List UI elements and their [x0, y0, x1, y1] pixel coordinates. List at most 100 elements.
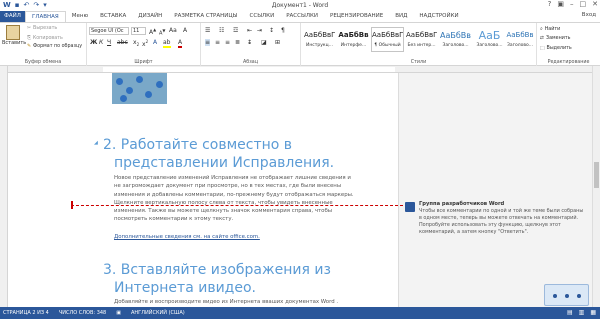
font-group-label: Шрифт — [134, 60, 153, 65]
tab-home[interactable]: ГЛАВНАЯ — [25, 11, 66, 22]
tab-insert[interactable]: ВСТАВКА — [94, 11, 132, 22]
proofing-icon[interactable]: ▣ — [116, 310, 121, 316]
paste-button[interactable]: Вставить — [2, 25, 27, 46]
align-center-icon[interactable]: ≡ — [215, 39, 220, 46]
tab-layout[interactable]: РАЗМЕТКА СТРАНИЦЫ — [168, 11, 243, 22]
text-effects-icon[interactable]: A — [153, 39, 157, 46]
cut-button[interactable]: ✂ Вырезать — [27, 26, 57, 31]
tab-view[interactable]: ВИД — [389, 11, 413, 22]
editing-group-label: Редактирование — [547, 60, 590, 65]
style-item[interactable]: АаБ Заголово... — [473, 27, 506, 52]
tab-menu[interactable]: Меню — [66, 11, 94, 22]
bullets-icon[interactable]: ☰ — [205, 27, 210, 34]
tab-review[interactable]: РЕЦЕНЗИРОВАНИЕ — [324, 11, 389, 22]
align-right-icon[interactable]: ≡ — [225, 39, 230, 46]
style-sample: АаБбВвГ — [304, 31, 336, 39]
line-spacing-icon[interactable]: ↨ — [247, 39, 252, 46]
numbering-icon[interactable]: ☷ — [219, 27, 224, 34]
show-marks-icon[interactable]: ¶ — [281, 27, 285, 34]
collapse-heading-icon[interactable]: ◢ — [94, 140, 98, 146]
paragraph-group-label: Абзац — [243, 60, 258, 65]
flower-image[interactable] — [112, 73, 167, 104]
status-bar: СТРАНИЦА 2 ИЗ 4 ЧИСЛО СЛОВ: 348 ▣ АНГЛИЙ… — [0, 307, 600, 319]
help-icon[interactable]: ? — [548, 0, 552, 8]
touch-zoom-widget[interactable] — [544, 284, 589, 306]
tab-design[interactable]: ДИЗАЙН — [132, 11, 168, 22]
scrollbar-thumb[interactable] — [594, 162, 599, 188]
clipboard-group: Вставить ✂ Вырезать ⎘ Копировать ✎ Форма… — [0, 23, 87, 66]
tab-addins[interactable]: НАДСТРОЙКИ — [413, 11, 464, 22]
vertical-ruler[interactable] — [0, 66, 8, 307]
copy-button[interactable]: ⎘ Копировать — [27, 35, 63, 42]
sign-in-link[interactable]: Вход — [582, 12, 596, 18]
format-painter-button[interactable]: ✎ Формат по образцу — [27, 44, 82, 49]
read-mode-icon[interactable]: ▤ — [567, 309, 573, 316]
style-item[interactable]: АаБбВвГ Инструкц... — [303, 27, 336, 52]
style-name: ¶ Обычный — [374, 43, 401, 48]
replace-button[interactable]: ⇄ Заменить — [540, 36, 571, 41]
increase-indent-icon[interactable]: ⇥ — [257, 27, 262, 34]
change-case-icon[interactable]: Aa — [169, 27, 177, 34]
multilevel-list-icon[interactable]: ☲ — [233, 27, 238, 34]
minimize-icon[interactable]: – — [570, 0, 574, 8]
align-left-icon[interactable]: ≡ — [205, 39, 211, 46]
font-size-combo[interactable]: 11 — [131, 27, 146, 35]
style-item[interactable]: АаБбВвГ ¶ Обычный — [371, 27, 404, 52]
grow-font-icon[interactable]: A▲ — [149, 27, 156, 36]
print-layout-icon[interactable]: ▥ — [579, 309, 585, 316]
heading-3-line1: 3. Вставляйте изображения из — [103, 262, 331, 278]
style-name: Интерфе... — [340, 43, 367, 48]
decrease-indent-icon[interactable]: ⇤ — [247, 27, 252, 34]
heading-3-line2: Интернета ивидео. — [114, 280, 256, 296]
borders-icon[interactable]: ⊞ — [275, 39, 280, 46]
ribbon-display-icon[interactable]: ▣ — [557, 0, 564, 8]
styles-group-label: Стили — [410, 60, 427, 65]
office-link[interactable]: Дополнительные сведения см. на сайте off… — [114, 234, 260, 240]
comment-balloon[interactable]: Группа разработчиков Word Чтобы все комм… — [405, 201, 590, 251]
find-button[interactable]: ⌕ Найти — [540, 26, 560, 33]
font-name-combo[interactable]: Segoe UI (Ос — [89, 27, 129, 35]
close-icon[interactable]: ✕ — [592, 0, 598, 8]
style-sample: АаБбВвГ — [406, 31, 438, 39]
style-sample: АаБбВв — [338, 31, 369, 39]
style-name: Заголово... — [476, 43, 503, 48]
avatar — [405, 202, 415, 212]
web-layout-icon[interactable]: ▦ — [590, 309, 596, 316]
sort-icon[interactable]: ↕ — [269, 27, 274, 34]
style-name: Заголово... — [506, 43, 534, 48]
shading-icon[interactable]: ◪ — [261, 39, 267, 46]
maximize-icon[interactable]: □ — [580, 0, 587, 8]
style-item[interactable]: АаБбВв Заголово... — [439, 27, 472, 52]
tab-file[interactable]: ФАЙЛ — [0, 11, 25, 22]
underline-button[interactable]: Ч — [107, 39, 111, 46]
ruler-text-area — [103, 67, 395, 72]
italic-button[interactable]: К — [99, 39, 103, 46]
style-item[interactable]: АаБбВв Заголово... — [505, 27, 535, 52]
clipboard-group-label: Буфер обмена — [24, 60, 62, 65]
select-button[interactable]: ⬚ Выделить — [540, 46, 572, 51]
style-item[interactable]: АаБбВв Интерфе... — [337, 27, 370, 52]
bold-button[interactable]: Ж — [90, 39, 97, 46]
strikethrough-button[interactable]: abc — [117, 39, 128, 46]
highlight-icon[interactable]: ab — [163, 39, 171, 48]
justify-icon[interactable]: ≣ — [235, 39, 240, 46]
style-name: Без интер... — [407, 43, 436, 48]
tab-references[interactable]: ССЫЛКИ — [244, 11, 281, 22]
page-count[interactable]: СТРАНИЦА 2 ИЗ 4 — [3, 310, 49, 316]
search-icon: ⌕ — [540, 27, 543, 32]
style-item[interactable]: АаБбВвГ Без интер... — [405, 27, 438, 52]
editing-group: ⌕ Найти ⇄ Заменить ⬚ Выделить Редактиров… — [537, 23, 600, 66]
flower-shape — [145, 91, 152, 98]
clear-format-icon[interactable]: A — [183, 27, 187, 34]
paste-label: Вставить — [2, 40, 27, 46]
shrink-font-icon[interactable]: A▼ — [159, 28, 166, 37]
font-color-icon[interactable]: A — [178, 39, 183, 48]
word-count[interactable]: ЧИСЛО СЛОВ: 348 — [59, 310, 106, 316]
tab-mailings[interactable]: РАССЫЛКИ — [280, 11, 324, 22]
vertical-scrollbar[interactable] — [592, 66, 600, 307]
language[interactable]: АНГЛИЙСКИЙ (США) — [131, 310, 185, 316]
subscript-button[interactable]: x2 — [133, 39, 139, 47]
superscript-button[interactable]: x2 — [142, 39, 148, 48]
body-paragraph-3: Добавляйте и воспроизводите видео из Инт… — [114, 299, 339, 305]
brush-icon: ✎ — [27, 44, 32, 49]
